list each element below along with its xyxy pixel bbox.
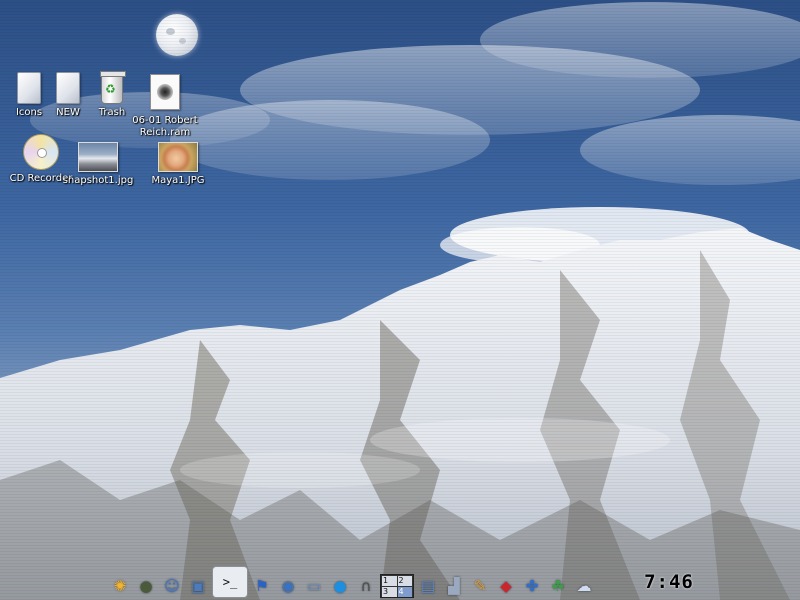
moon [156, 14, 198, 56]
kde-menu-icon[interactable]: ✺ [108, 574, 132, 598]
desktop-pager[interactable]: 1 2 3 4 [380, 574, 414, 598]
runner-icon[interactable]: ⚑ [250, 574, 274, 598]
desktop-icon-label: snapshot1.jpg [62, 175, 134, 186]
notes-icon[interactable]: ✎ [468, 574, 492, 598]
pager-desktop-1[interactable]: 1 [382, 576, 397, 586]
desktop-icon-label-line2: Reich.ram [139, 127, 191, 138]
headphones-icon[interactable]: ∩ [354, 574, 378, 598]
image-thumbnail-icon [158, 142, 198, 172]
finder-icon[interactable]: ☺ [160, 574, 184, 598]
cd-icon [23, 134, 59, 170]
frog-icon[interactable]: ☘ [546, 574, 570, 598]
image-thumbnail-icon [78, 142, 118, 172]
desktop-icon-ram-file[interactable]: 06-01 Robert Reich.ram [127, 74, 203, 139]
terminal-icon[interactable]: >_ [212, 566, 248, 598]
monitor-icon[interactable]: ▣ [186, 574, 210, 598]
audio-file-icon [150, 74, 180, 110]
pager-desktop-3[interactable]: 3 [382, 587, 397, 597]
pager-desktop-2[interactable]: 2 [397, 576, 412, 586]
laptop-icon[interactable]: ▭ [302, 574, 326, 598]
dock-panel: ✺ ● ☺ ▣ >_ ⚑ ◉ ▭ ● ∩ 1 2 3 4 ▤ ▟ ✎ ◆ ✤ ☘… [108, 566, 688, 598]
ie-icon[interactable]: ● [328, 574, 352, 598]
turtle-icon[interactable]: ● [134, 574, 158, 598]
printer-icon[interactable]: ▟ [442, 574, 466, 598]
browser-icon[interactable]: ◉ [276, 574, 300, 598]
pager-desktop-4[interactable]: 4 [397, 587, 412, 597]
desktop-icon-label: Maya1.JPG [151, 175, 205, 186]
chat-icon[interactable]: ☁ [572, 574, 596, 598]
network-icon[interactable]: ✤ [520, 574, 544, 598]
files-icon[interactable]: ▤ [416, 574, 440, 598]
clock[interactable]: 7:46 [644, 569, 694, 595]
flash-icon[interactable]: ◆ [494, 574, 518, 598]
desktop-icon-label-line1: 06-01 Robert [132, 115, 198, 126]
desktop-icon-maya[interactable]: Maya1.JPG [142, 142, 214, 187]
desktop-icon-snapshot[interactable]: snapshot1.jpg [62, 142, 134, 187]
trash-icon: ♻ [100, 71, 126, 104]
